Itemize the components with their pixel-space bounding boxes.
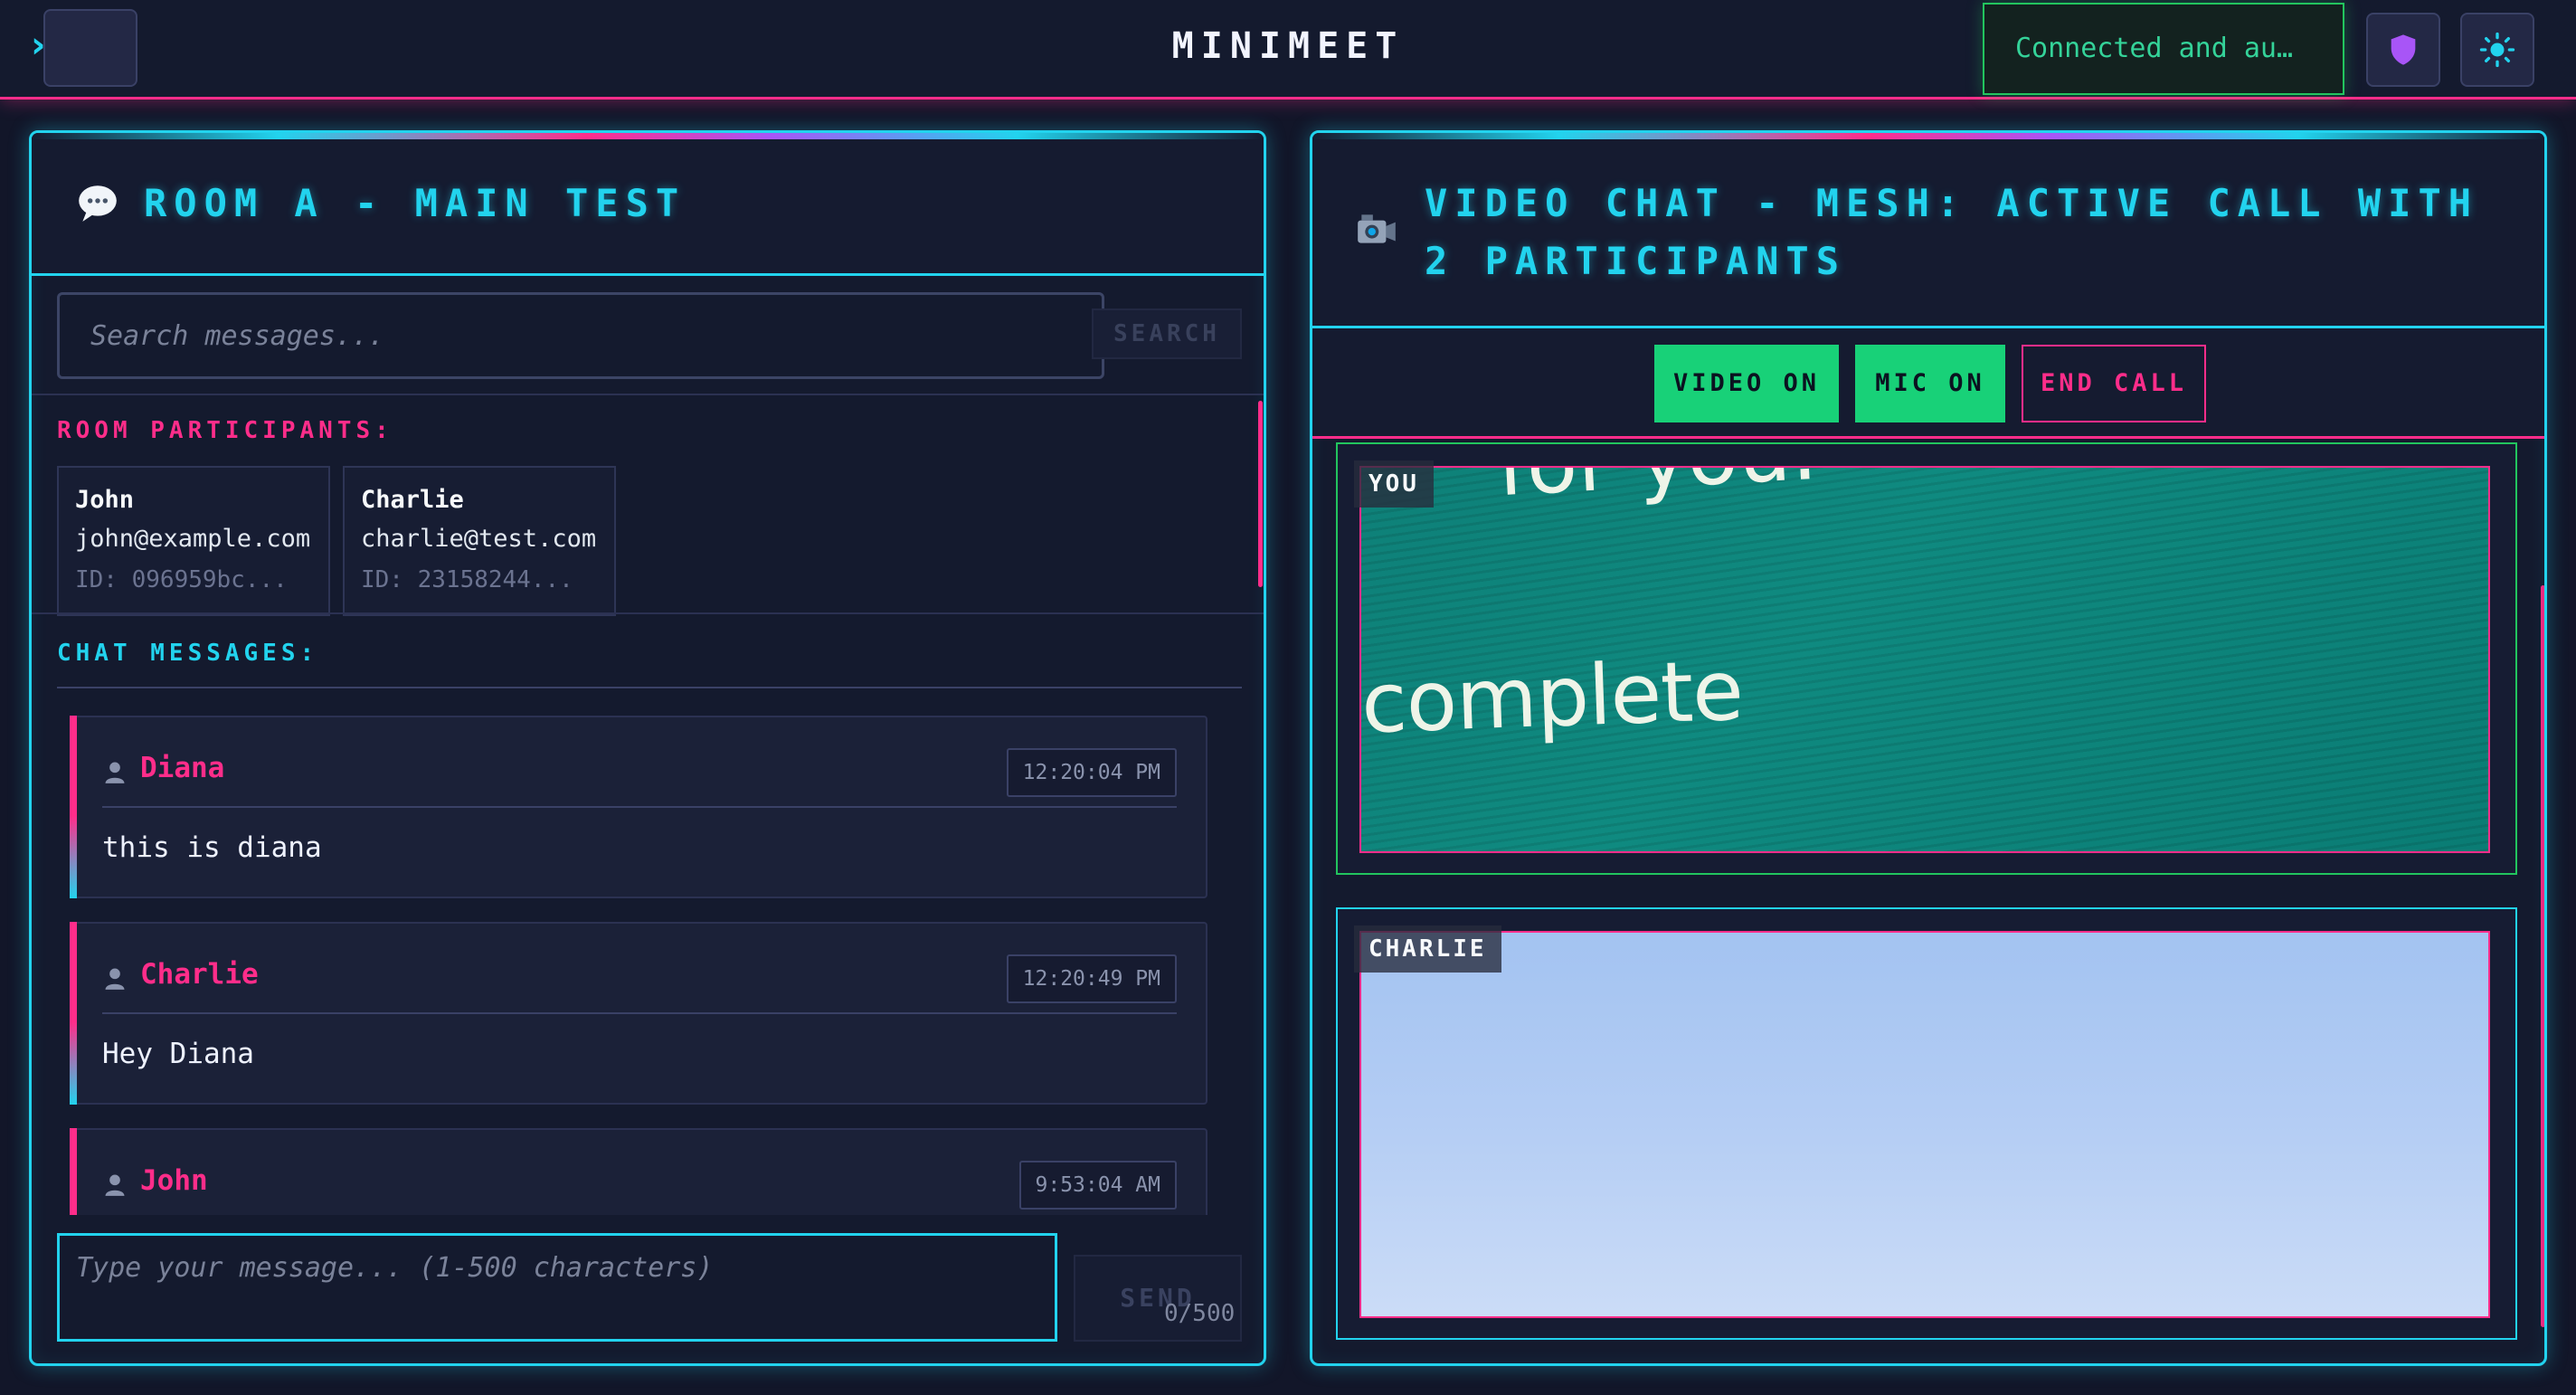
participant-email: john@example.com bbox=[75, 525, 311, 553]
participant-name: John bbox=[75, 486, 135, 514]
chat-panel: ROOM A - MAIN TEST SEARCH ROOM PARTICIPA… bbox=[29, 130, 1266, 1366]
participant-id: ID: 23158244... bbox=[361, 566, 573, 593]
participant-card-charlie: Charlie charlie@test.com ID: 23158244... bbox=[343, 466, 616, 616]
message-accent-bar bbox=[70, 716, 77, 898]
video-panel: VIDEO CHAT - MESH: ACTIVE CALL WITH 2 PA… bbox=[1310, 130, 2547, 1366]
video-tile-label: YOU bbox=[1354, 460, 1434, 508]
message-accent-bar bbox=[70, 1128, 77, 1215]
theme-toggle-button[interactable] bbox=[2460, 13, 2534, 87]
divider bbox=[32, 612, 1264, 614]
messages-scrollbar[interactable] bbox=[1264, 839, 1266, 951]
video-feed-text: complete bbox=[1359, 641, 1745, 753]
message-author: John bbox=[140, 1164, 208, 1197]
participants-scrollbar[interactable] bbox=[1258, 401, 1263, 587]
video-toggle-button[interactable]: VIDEO ON bbox=[1654, 345, 1839, 422]
video-feed: for you. complete bbox=[1359, 466, 2490, 853]
chat-messages-heading: CHAT MESSAGES: bbox=[57, 640, 319, 667]
sun-icon bbox=[2479, 32, 2515, 68]
search-input[interactable] bbox=[57, 292, 1104, 379]
camera-icon bbox=[1354, 207, 1399, 252]
shield-icon bbox=[2391, 34, 2416, 65]
message-timestamp: 9:53:04 AM bbox=[1018, 1161, 1177, 1210]
message-list[interactable]: Diana 12:20:04 PM this is diana Charlie … bbox=[57, 707, 1242, 1215]
message-timestamp: 12:20:04 PM bbox=[1006, 748, 1177, 797]
message-author: Charlie bbox=[140, 958, 259, 991]
participant-email: charlie@test.com bbox=[361, 525, 597, 553]
video-feed bbox=[1359, 931, 2490, 1318]
security-button[interactable] bbox=[2366, 13, 2440, 87]
video-chat-title: VIDEO CHAT - MESH: ACTIVE CALL WITH 2 PA… bbox=[1425, 181, 2479, 283]
chat-panel-header: ROOM A - MAIN TEST bbox=[32, 133, 1264, 276]
video-scrollbar[interactable] bbox=[2541, 585, 2544, 1327]
mic-toggle-button[interactable]: MIC ON bbox=[1855, 345, 2005, 422]
user-icon bbox=[105, 1174, 125, 1196]
participant-name: Charlie bbox=[361, 486, 464, 514]
send-button[interactable]: SEND bbox=[1074, 1255, 1242, 1342]
message-text: Hey Diana bbox=[102, 1038, 254, 1070]
video-tile-charlie: CHARLIE bbox=[1336, 907, 2517, 1340]
video-feed-text: for you. bbox=[1494, 468, 1819, 515]
connection-status-badge: Connected and au… bbox=[1983, 3, 2344, 95]
message-text: this is diana bbox=[102, 831, 322, 864]
video-panel-header: VIDEO CHAT - MESH: ACTIVE CALL WITH 2 PA… bbox=[1312, 133, 2544, 328]
participant-card-john: John john@example.com ID: 096959bc... bbox=[57, 466, 330, 616]
divider bbox=[57, 687, 1242, 688]
divider bbox=[102, 806, 1177, 808]
user-icon bbox=[105, 968, 125, 990]
user-icon bbox=[105, 762, 125, 783]
search-button[interactable]: SEARCH bbox=[1092, 308, 1242, 359]
video-tile-you: for you. complete YOU bbox=[1336, 442, 2517, 875]
message-timestamp: 12:20:49 PM bbox=[1006, 954, 1177, 1003]
message-item: John 9:53:04 AM bbox=[70, 1128, 1208, 1215]
participants-heading: ROOM PARTICIPANTS: bbox=[57, 417, 393, 444]
end-call-button[interactable]: END CALL bbox=[2022, 345, 2206, 422]
message-item: Diana 12:20:04 PM this is diana bbox=[70, 716, 1208, 898]
chat-room-title: ROOM A - MAIN TEST bbox=[144, 181, 687, 225]
panel-accent-line bbox=[1312, 133, 2544, 139]
panel-accent-line bbox=[32, 133, 1264, 139]
message-author: Diana bbox=[140, 752, 225, 784]
top-bar: › MINIMEET Connected and au… bbox=[0, 0, 2576, 100]
divider bbox=[102, 1012, 1177, 1014]
call-controls: VIDEO ON MIC ON END CALL bbox=[1312, 328, 2544, 439]
message-input[interactable] bbox=[57, 1233, 1057, 1342]
video-tile-label: CHARLIE bbox=[1354, 925, 1501, 973]
speech-bubble-icon bbox=[75, 180, 120, 225]
character-counter: 0/500 bbox=[1164, 1300, 1236, 1327]
message-accent-bar bbox=[70, 922, 77, 1105]
participant-id: ID: 096959bc... bbox=[75, 566, 288, 593]
divider bbox=[32, 394, 1264, 395]
message-item: Charlie 12:20:49 PM Hey Diana bbox=[70, 922, 1208, 1105]
